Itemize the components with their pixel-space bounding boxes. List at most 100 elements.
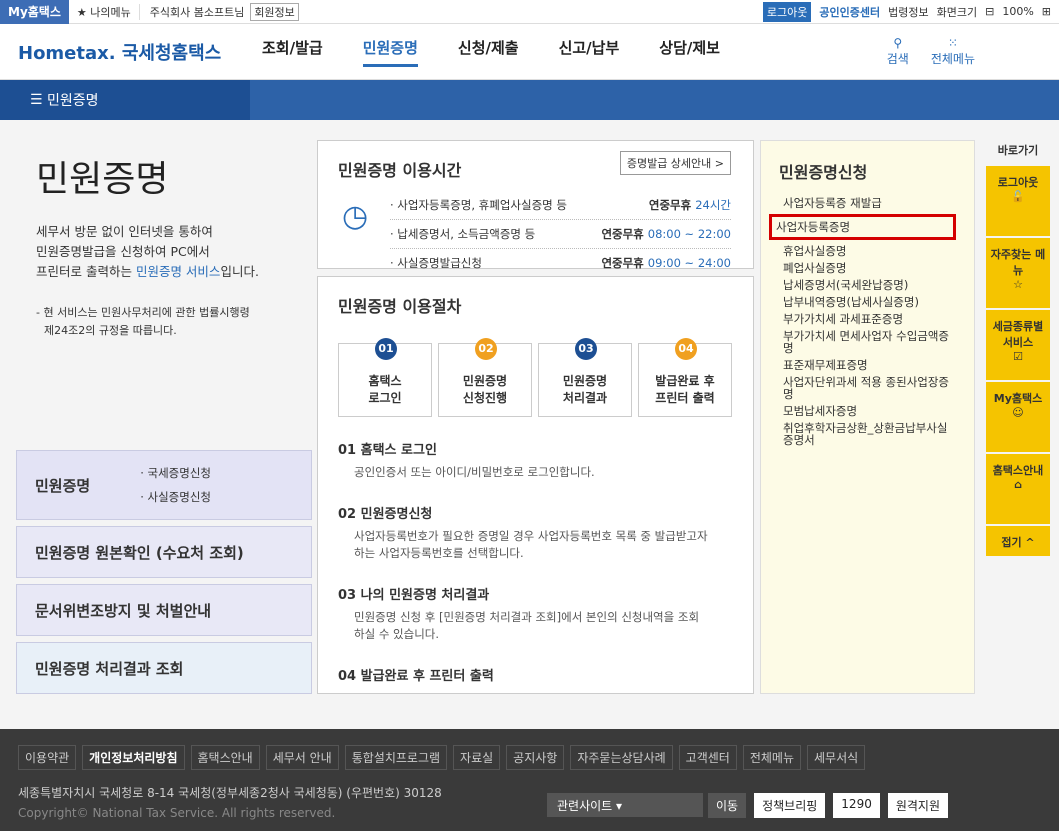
footer-link[interactable]: 고객센터 bbox=[678, 745, 737, 770]
apply-item[interactable]: 취업후학자금상환_상환금납부사실증명서 bbox=[783, 422, 956, 446]
footer-link[interactable]: 자주묻는상담사례 bbox=[570, 745, 673, 770]
process-step-title: 01 홈택스 로그인 bbox=[338, 443, 437, 458]
quick-label: 홈택스안내 bbox=[992, 464, 1044, 477]
copyright-text: Copyright© National Tax Service. All rig… bbox=[18, 806, 336, 820]
apply-item[interactable]: 모범납세자증명 bbox=[783, 405, 956, 417]
apply-title: 민원증명신청 bbox=[779, 163, 868, 182]
zoom-out-button[interactable]: ⊟ bbox=[985, 5, 994, 18]
footer-link[interactable]: 홈택스안내 bbox=[190, 745, 260, 770]
apply-item[interactable]: 부가가치세 과세표준증명 bbox=[783, 313, 956, 325]
step-label: 프린터 출력 bbox=[655, 391, 715, 405]
go-button[interactable]: 이동 bbox=[708, 793, 747, 818]
time-row-value: 08:00 ~ 22:00 bbox=[647, 227, 731, 241]
quick-menu: 바로가기 로그아웃 🔓 자주찾는 메뉴 ☆ 세금종류별 서비스 ☑ My홈택스 ☺ 홈택… bbox=[986, 140, 1050, 556]
nav-report[interactable]: 신고/납부 bbox=[559, 37, 620, 67]
my-menu-link[interactable]: ★ 나의메뉴 bbox=[69, 3, 140, 20]
desc-line: 민원증명발급을 신청하여 PC에서 bbox=[36, 244, 210, 259]
apply-item[interactable]: 사업자단위과세 적용 종된사업장증명 bbox=[783, 376, 956, 400]
cert-center-link[interactable]: 공인인증센터 bbox=[819, 4, 880, 20]
apply-item[interactable]: 부가가치세 면세사업자 수입금액증명 bbox=[783, 330, 956, 354]
header: Hometax. 국세청홈택스 조회/발급 민원증명 신청/제출 신고/납부 상… bbox=[0, 24, 1059, 80]
clock-icon: ◷ bbox=[342, 199, 369, 234]
logout-button[interactable]: 로그아웃 bbox=[762, 1, 812, 22]
cert-menu-box: 민원증명 · 국세증명신청 · 사실증명신청 bbox=[16, 450, 312, 520]
time-row-key: 연중무휴 bbox=[601, 227, 648, 241]
footer-link[interactable]: 세무서 안내 bbox=[265, 745, 339, 770]
search-label: 검색 bbox=[886, 52, 909, 66]
national-tax-cert-link[interactable]: · 국세증명신청 bbox=[140, 461, 211, 485]
apply-item[interactable]: 납세증명서(국세완납증명) bbox=[783, 279, 956, 291]
cert-menu-title: 민원증명 bbox=[35, 476, 91, 495]
apply-item[interactable]: 납부내역증명(납세사실증명) bbox=[783, 296, 956, 308]
step-label: 처리결과 bbox=[562, 391, 608, 405]
quick-my-hometax[interactable]: My홈택스 ☺ bbox=[986, 382, 1050, 452]
process-panel: 민원증명 이용절차 01 홈택스 로그인 02 민원증명 신청진행 03 민원증명 처리결과… bbox=[317, 276, 754, 694]
footer-address: 세종특별자치시 국세청로 8-14 국세청(정부세종2청사 국세청동) (우편번… bbox=[18, 783, 442, 823]
quick-logout[interactable]: 로그아웃 🔓 bbox=[986, 166, 1050, 236]
hotline-button[interactable]: 1290 bbox=[833, 793, 880, 818]
footer-link[interactable]: 통합설치프로그램 bbox=[344, 745, 448, 770]
result-inquiry-button[interactable]: 민원증명 처리결과 조회 bbox=[16, 642, 312, 694]
forgery-guide-button[interactable]: 문서위변조방지 및 처벌안내 bbox=[16, 584, 312, 636]
nav-consult[interactable]: 상담/제보 bbox=[659, 37, 720, 67]
process-step: 01 홈택스로그인 bbox=[338, 338, 432, 417]
apply-item[interactable]: 휴업사실증명 bbox=[783, 245, 956, 257]
desc-line: 프린터로 출력하는 bbox=[36, 264, 136, 279]
apply-item[interactable]: 폐업사실증명 bbox=[783, 262, 956, 274]
quick-fold-button[interactable]: 접기 ^ bbox=[986, 526, 1050, 556]
my-hometax-link[interactable]: My홈택스 bbox=[0, 0, 69, 24]
zoom-in-button[interactable]: ⊞ bbox=[1042, 5, 1051, 18]
check-icon: ☑ bbox=[1013, 350, 1023, 363]
all-menu-button[interactable]: ⁙ 전체메뉴 bbox=[931, 36, 975, 67]
user-name: 주식회사 봄소프트님 bbox=[149, 5, 245, 19]
apply-panel: 민원증명신청 사업자등록증 재발급 사업자등록증명 휴업사실증명 폐업사실증명 … bbox=[760, 140, 975, 694]
footer-link[interactable]: 전체메뉴 bbox=[742, 745, 802, 770]
briefing-button[interactable]: 정책브리핑 bbox=[754, 793, 826, 818]
remote-support-button[interactable]: 원격지원 bbox=[887, 793, 949, 818]
quick-guide[interactable]: 홈택스안내 ⌂ bbox=[986, 454, 1050, 524]
nav-inquiry[interactable]: 조회/발급 bbox=[262, 37, 323, 67]
step-number: 01 bbox=[375, 338, 397, 360]
step-number: 03 bbox=[575, 338, 597, 360]
apply-item[interactable]: 사업자등록증 재발급 bbox=[783, 197, 956, 209]
desc-line: 세무서 방문 없이 인터넷을 통하여 bbox=[36, 224, 213, 239]
breadcrumb-dropdown[interactable]: ☰ 민원증명 bbox=[0, 80, 250, 120]
footer-link[interactable]: 이용약관 bbox=[18, 745, 77, 770]
footer-link[interactable]: 공지사항 bbox=[506, 745, 565, 770]
desc-line: 입니다. bbox=[220, 264, 259, 279]
screen-size-label: 화면크기 bbox=[936, 5, 978, 19]
time-row-key: 연중무휴 bbox=[648, 198, 696, 212]
member-info-button[interactable]: 회원정보 bbox=[250, 2, 299, 21]
nav-certificate[interactable]: 민원증명 bbox=[362, 37, 418, 67]
related-site-select[interactable]: 관련사이트 ▾ bbox=[547, 793, 703, 817]
step-label: 홈택스 bbox=[368, 374, 402, 388]
quick-favorites[interactable]: 자주찾는 메뉴 ☆ bbox=[986, 238, 1050, 308]
time-row: · 사실증명발급신청 연중무휴 09:00 ~ 24:00 bbox=[390, 249, 731, 277]
time-row-label: · 사실증명발급신청 bbox=[390, 256, 482, 270]
hometax-logo[interactable]: Hometax. 국세청홈택스 bbox=[0, 39, 240, 65]
apply-item-selected[interactable]: 사업자등록증명 bbox=[769, 214, 956, 240]
process-step: 04 발급완료 후 프린터 출력 bbox=[638, 338, 732, 417]
related-site-label: 관련사이트 bbox=[557, 799, 613, 813]
quick-tax-service[interactable]: 세금종류별 서비스 ☑ bbox=[986, 310, 1050, 380]
original-check-button[interactable]: 민원증명 원본확인 (수요처 조회) bbox=[16, 526, 312, 578]
footer-link[interactable]: 세무서식 bbox=[807, 745, 866, 770]
search-icon: ⚲ bbox=[893, 36, 903, 50]
grid-icon: ⁙ bbox=[947, 36, 958, 50]
process-title: 민원증명 이용절차 bbox=[338, 297, 462, 316]
lock-icon: 🔓 bbox=[1011, 190, 1025, 203]
footer: 이용약관 개인정보처리방침 홈택스안내 세무서 안내 통합설치프로그램 자료실 … bbox=[0, 729, 1059, 831]
search-button[interactable]: ⚲ 검색 bbox=[887, 36, 909, 67]
step-label: 로그인 bbox=[368, 391, 402, 405]
apply-item[interactable]: 표준재무제표증명 bbox=[783, 359, 956, 371]
quick-title: 바로가기 bbox=[997, 144, 1039, 157]
legal-link[interactable]: 법령정보 bbox=[888, 4, 928, 20]
guide-button[interactable]: 증명발급 상세안내 > bbox=[619, 151, 731, 175]
time-row-value: 24시간 bbox=[695, 198, 731, 212]
fact-cert-link[interactable]: · 사실증명신청 bbox=[140, 485, 211, 509]
quick-label: 로그아웃 bbox=[997, 176, 1039, 189]
nav-apply[interactable]: 신청/제출 bbox=[458, 37, 519, 67]
footer-link[interactable]: 자료실 bbox=[453, 745, 501, 770]
user-icon: ☺ bbox=[1012, 406, 1024, 419]
footer-link[interactable]: 개인정보처리방침 bbox=[82, 745, 185, 770]
